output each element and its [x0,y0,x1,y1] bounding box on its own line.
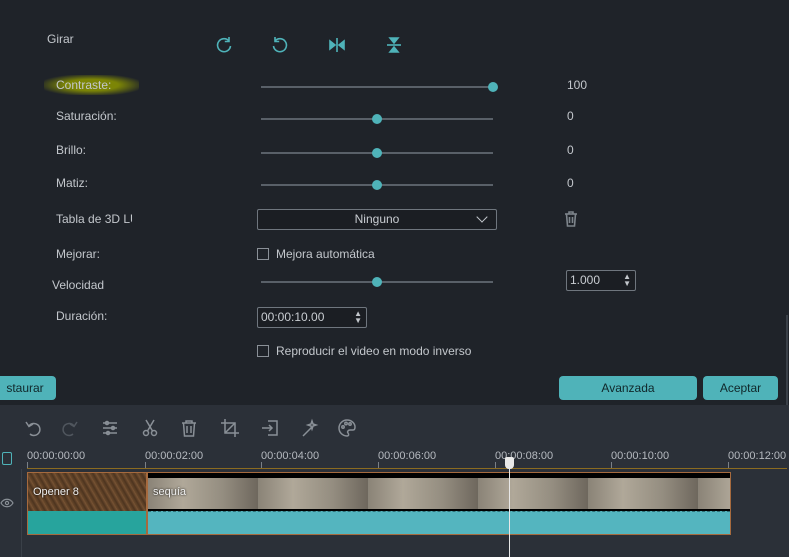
auto-enhance-label[interactable]: Mejora automática [276,247,375,261]
saturation-slider[interactable] [261,112,493,126]
lut-label: Tabla de 3D LU [56,212,132,226]
enhance-label: Mejorar: [56,247,101,261]
track-lock-icon[interactable] [2,452,12,465]
rotate-cw-button[interactable] [212,33,236,57]
playhead-line[interactable] [509,457,510,557]
cut-button[interactable] [140,418,160,438]
slider-knob[interactable] [372,148,382,158]
adjust-button[interactable] [100,418,120,438]
redo-button[interactable] [60,418,80,438]
lut-select[interactable]: Ninguno [257,209,497,230]
ruler-label: 00:00:04:00 [261,450,320,462]
flip-vertical-button[interactable] [382,33,406,57]
magic-wand-button[interactable] [300,418,320,438]
flip-horizontal-button[interactable] [325,33,349,57]
clip-audio-bar [148,511,730,534]
duration-value: 00:00:10.00 [261,310,325,324]
playhead-handle[interactable] [505,457,514,469]
flip-horizontal-icon [329,38,345,52]
duration-label: Duración: [56,309,108,323]
contrast-label: Contraste: [56,78,112,92]
saturation-label: Saturación: [56,109,117,123]
magic-wand-icon [302,418,319,437]
duration-stepper[interactable]: 00:00:10.00 ▲ ▼ [257,307,367,328]
eye-icon[interactable] [0,498,14,508]
rotate-label: Girar [47,32,74,46]
ruler-label: 00:00:08:00 [495,450,554,462]
slider-knob[interactable] [372,277,382,287]
color-palette-button[interactable] [337,418,357,438]
contrast-value: 100 [567,78,588,92]
export-icon [262,420,278,436]
rotate-ccw-icon [272,37,288,53]
clip-thumbnail [148,473,730,511]
brightness-value: 0 [567,143,574,157]
trash-icon [182,420,196,437]
auto-enhance-checkbox[interactable] [257,248,269,260]
delete-button[interactable] [179,418,199,438]
ruler-label: 00:00:10:00 [611,450,670,462]
redo-icon [62,421,78,437]
stepper-arrows-icon[interactable]: ▲ ▼ [354,310,362,325]
panel-scrollbar[interactable] [786,315,788,405]
restore-button[interactable]: staurar [0,376,56,400]
slider-track [261,86,493,88]
contrast-slider[interactable] [261,80,498,94]
clip-filmstrip [148,478,730,509]
saturation-value: 0 [567,109,574,123]
trash-icon [565,211,577,227]
slider-knob[interactable] [372,114,382,124]
chevron-down-icon [476,211,488,223]
clip-name: Opener 8 [33,486,79,498]
edit-panel: Girar Contraste: 100 Saturación: 0 Brill… [0,0,789,405]
palette-icon [338,419,356,437]
clip-name: sequía [153,486,187,498]
rotate-ccw-button[interactable] [268,33,292,57]
ruler-label: 00:00:00:00 [27,450,86,462]
undo-icon [25,421,41,437]
brightness-label: Brillo: [56,143,87,157]
sliders-icon [103,420,117,436]
export-clip-button[interactable] [260,418,280,438]
ruler-label: 00:00:02:00 [145,450,204,462]
undo-button[interactable] [23,418,43,438]
clip-sequia[interactable]: sequía [147,472,731,535]
crop-button[interactable] [220,418,240,438]
ruler-label: 00:00:12:00 [728,450,787,462]
rotate-cw-icon [216,37,232,53]
advanced-button[interactable]: Avanzada [559,376,697,400]
speed-slider[interactable] [261,275,493,289]
slider-knob[interactable] [372,180,382,190]
accept-button[interactable]: Aceptar [703,376,778,400]
lut-selected-value: Ninguno [354,212,400,226]
hue-value: 0 [567,176,574,190]
reverse-label[interactable]: Reproducir el video en modo inverso [276,344,471,358]
reverse-checkbox[interactable] [257,345,269,357]
speed-value: 1.000 [570,273,601,287]
track-header [0,469,22,557]
hue-label: Matiz: [56,176,89,190]
hue-slider[interactable] [261,178,493,192]
speed-label: Velocidad [52,278,105,292]
clip-audio-bar [28,511,146,534]
flip-vertical-icon [387,37,401,53]
lut-delete-button[interactable] [559,207,583,231]
crop-icon [221,419,239,437]
slider-knob[interactable] [488,82,498,92]
brightness-slider[interactable] [261,146,493,160]
clip-opener-8[interactable]: Opener 8 [27,472,147,535]
scissors-icon [142,419,158,437]
ruler-label: 00:00:06:00 [378,450,437,462]
speed-stepper[interactable]: 1.000 ▲ ▼ [566,270,636,291]
stepper-arrows-icon[interactable]: ▲ ▼ [623,273,631,288]
